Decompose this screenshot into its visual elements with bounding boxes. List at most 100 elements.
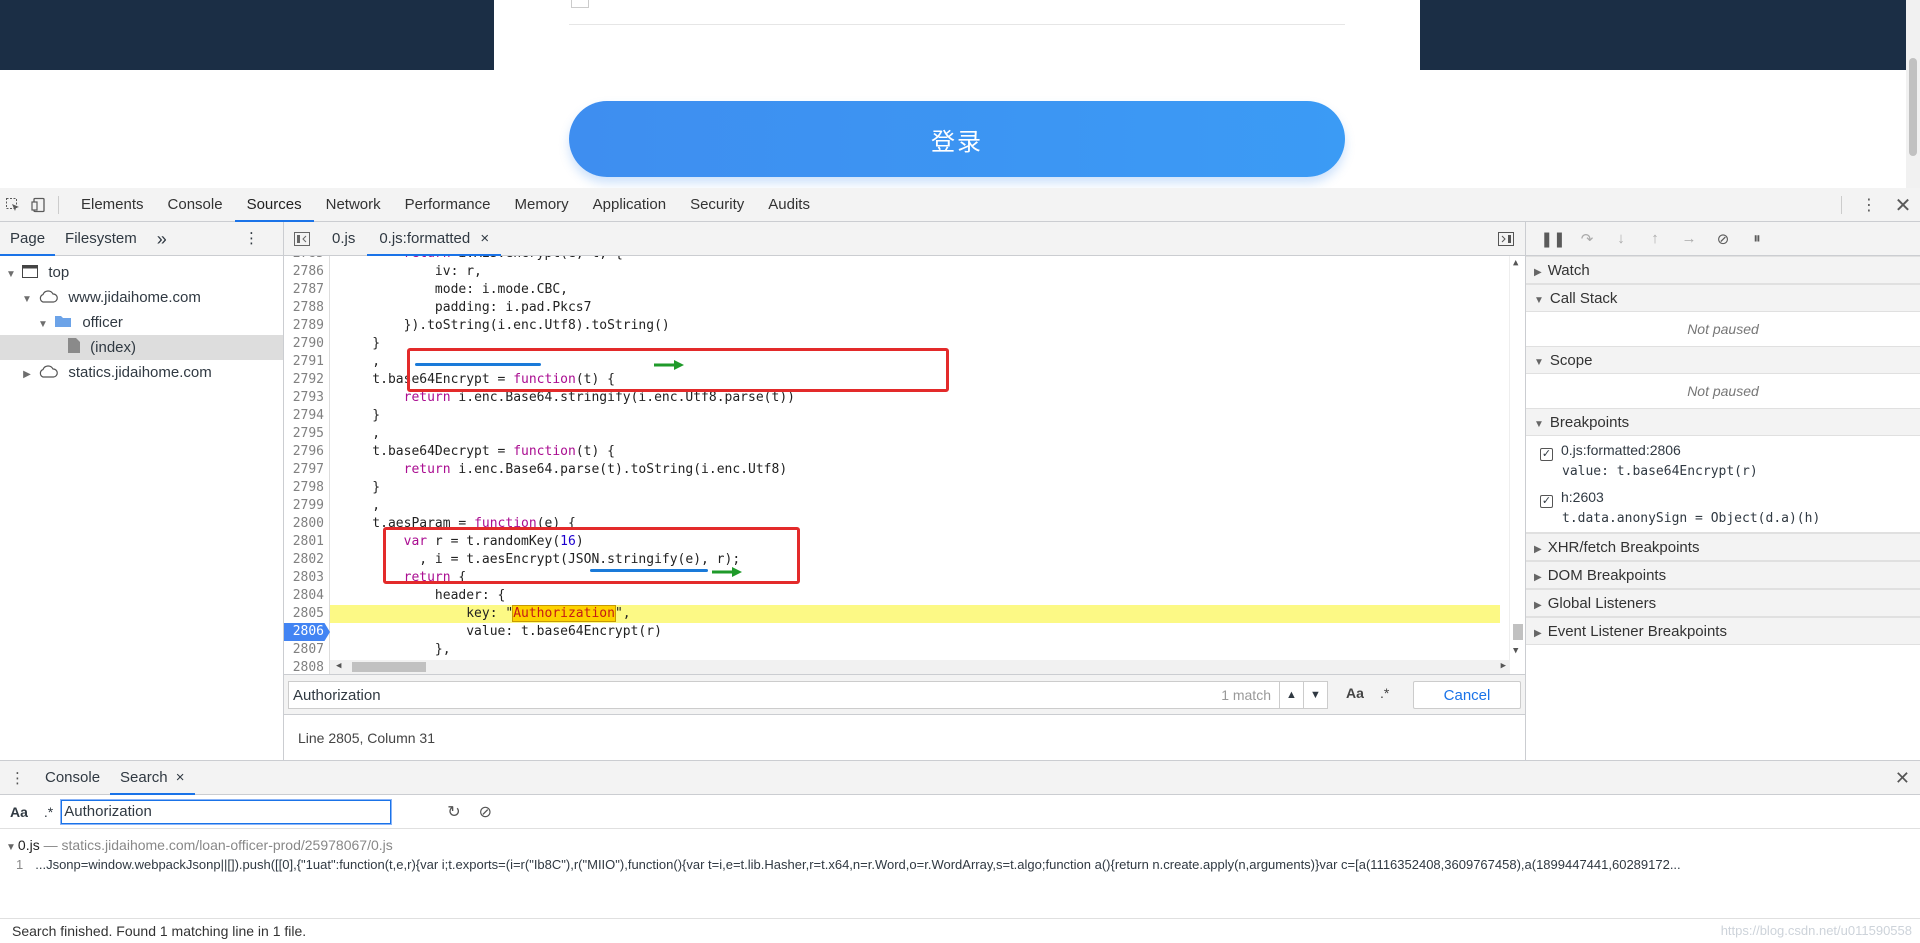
line-number[interactable]: 2786 <box>284 263 330 281</box>
tab-audits[interactable]: Audits <box>756 188 822 222</box>
close-drawer-icon[interactable]: ✕ <box>1895 761 1910 795</box>
section-watch[interactable]: ▶ Watch <box>1526 256 1920 284</box>
refresh-icon[interactable]: ↻ <box>447 802 460 822</box>
checkbox-checked-icon[interactable]: ✓ <box>1540 448 1553 461</box>
line-number[interactable]: 2801 <box>284 533 330 551</box>
breakpoint-item[interactable]: ✓ h:2603 t.data.anonySign = Object(d.a)(h… <box>1526 483 1920 533</box>
find-input[interactable]: Authorization <box>289 687 1221 704</box>
scroll-up-icon[interactable]: ▲ <box>1513 258 1518 268</box>
section-global-listeners[interactable]: ▶ Global Listeners <box>1526 589 1920 617</box>
navigator-menu-icon[interactable]: ⋮ <box>234 222 269 256</box>
line-number[interactable]: 2807 <box>284 641 330 659</box>
tab-performance[interactable]: Performance <box>393 188 503 222</box>
tab-elements[interactable]: Elements <box>69 188 156 222</box>
scroll-right-icon[interactable]: ▶ <box>1501 661 1506 671</box>
line-number[interactable]: 2799 <box>284 497 330 515</box>
section-dom-breakpoints[interactable]: ▶ DOM Breakpoints <box>1526 561 1920 589</box>
tab-memory[interactable]: Memory <box>503 188 581 222</box>
tab-security[interactable]: Security <box>678 188 756 222</box>
toggle-debugger-icon[interactable] <box>1491 222 1521 256</box>
line-gutter[interactable]: 2785278627872788278927902791279227932794… <box>284 256 330 674</box>
line-number[interactable]: 2805 <box>284 605 330 623</box>
page-scrollbar[interactable] <box>1906 0 1920 188</box>
drawer-tab-console[interactable]: Console <box>35 761 110 795</box>
find-previous-icon[interactable]: ▲ <box>1279 682 1303 708</box>
breakpoint-line-number[interactable]: 2806 <box>284 623 330 641</box>
section-call-stack[interactable]: ▼ Call Stack <box>1526 284 1920 312</box>
breakpoint-item[interactable]: ✓ 0.js:formatted:2806 value: t.base64Encr… <box>1526 436 1920 483</box>
login-button[interactable]: 登录 <box>569 101 1345 177</box>
regex-toggle[interactable]: .* <box>1380 685 1389 701</box>
tab-filesystem[interactable]: Filesystem <box>55 222 147 256</box>
pause-icon[interactable]: ❚❚ <box>1536 230 1570 248</box>
tab-console[interactable]: Console <box>156 188 235 222</box>
line-number[interactable]: 2789 <box>284 317 330 335</box>
file-tab-0js-formatted[interactable]: 0.js:formatted × <box>367 222 502 256</box>
expanded-arrow-icon[interactable]: ▼ <box>36 312 50 337</box>
remember-checkbox[interactable] <box>571 0 589 8</box>
match-case-toggle[interactable]: Aa <box>10 804 28 820</box>
code-vertical-scrollbar[interactable]: ▲ ▼ <box>1509 256 1525 674</box>
find-next-icon[interactable]: ▼ <box>1303 682 1327 708</box>
find-cancel-button[interactable]: Cancel <box>1413 681 1521 709</box>
line-number[interactable]: 2791 <box>284 353 330 371</box>
file-tab-0js[interactable]: 0.js <box>320 222 367 256</box>
pause-on-exceptions-icon[interactable]: ⏸ <box>1740 230 1774 247</box>
page-scrollbar-thumb[interactable] <box>1909 58 1917 156</box>
section-scope[interactable]: ▼ Scope <box>1526 346 1920 374</box>
line-number[interactable]: 2796 <box>284 443 330 461</box>
step-over-icon[interactable]: ↷ <box>1570 230 1604 248</box>
line-number[interactable]: 2803 <box>284 569 330 587</box>
line-number[interactable]: 2788 <box>284 299 330 317</box>
line-number[interactable]: 2793 <box>284 389 330 407</box>
line-number[interactable]: 2790 <box>284 335 330 353</box>
deactivate-breakpoints-icon[interactable]: ⊘ <box>1706 230 1740 248</box>
tab-application[interactable]: Application <box>581 188 678 222</box>
line-number[interactable]: 2798 <box>284 479 330 497</box>
tab-page[interactable]: Page <box>0 222 56 256</box>
device-toggle-icon[interactable] <box>26 188 52 222</box>
drawer-menu-icon[interactable]: ⋮ <box>0 769 35 787</box>
checkbox-checked-icon[interactable]: ✓ <box>1540 495 1553 508</box>
tab-network[interactable]: Network <box>314 188 393 222</box>
line-number[interactable]: 2800 <box>284 515 330 533</box>
line-number[interactable]: 2787 <box>284 281 330 299</box>
expanded-arrow-icon[interactable]: ▼ <box>20 287 34 312</box>
section-breakpoints[interactable]: ▼ Breakpoints <box>1526 408 1920 436</box>
search-input[interactable]: Authorization <box>61 799 392 824</box>
line-number[interactable]: 2795 <box>284 425 330 443</box>
drawer-tab-search[interactable]: Search × <box>110 761 195 795</box>
line-number[interactable]: 2802 <box>284 551 330 569</box>
regex-toggle[interactable]: .* <box>44 804 53 820</box>
step-icon[interactable]: → <box>1672 230 1706 247</box>
line-number[interactable]: 2804 <box>284 587 330 605</box>
scroll-down-icon[interactable]: ▼ <box>1513 646 1518 656</box>
tab-sources[interactable]: Sources <box>234 188 314 222</box>
code-scroll-thumb[interactable] <box>1513 624 1523 640</box>
find-input-box[interactable]: Authorization 1 match ▲ ▼ <box>288 681 1328 709</box>
scroll-left-icon[interactable]: ◀ <box>336 661 341 671</box>
tree-item-top[interactable]: ▼ top <box>0 260 283 285</box>
close-devtools-icon[interactable]: ✕ <box>1886 188 1920 222</box>
section-event-listener-breakpoints[interactable]: ▶ Event Listener Breakpoints <box>1526 617 1920 645</box>
tree-item-statics[interactable]: ▶ statics.jidaihome.com <box>0 360 283 385</box>
result-line[interactable]: 1 ...Jsonp=window.webpackJsonp||[]).push(… <box>6 857 1920 872</box>
toggle-navigator-icon[interactable] <box>284 222 320 256</box>
step-out-icon[interactable]: ↑ <box>1638 230 1672 247</box>
close-tab-icon[interactable]: × <box>480 230 489 247</box>
line-number[interactable]: 2785 <box>284 256 330 263</box>
tree-item-officer[interactable]: ▼ officer <box>0 310 283 335</box>
collapsed-arrow-icon[interactable]: ▶ <box>20 362 34 387</box>
more-tabs-icon[interactable]: » <box>147 222 177 256</box>
close-tab-icon[interactable]: × <box>176 769 185 786</box>
match-case-toggle[interactable]: Aa <box>1346 685 1364 701</box>
inspect-element-icon[interactable] <box>0 188 26 222</box>
code-hscroll-thumb[interactable] <box>352 662 426 672</box>
line-number[interactable]: 2794 <box>284 407 330 425</box>
section-xhr-breakpoints[interactable]: ▶ XHR/fetch Breakpoints <box>1526 533 1920 561</box>
line-number[interactable]: 2797 <box>284 461 330 479</box>
line-number[interactable]: 2808 <box>284 659 330 674</box>
code-view[interactable]: 2785278627872788278927902791279227932794… <box>284 256 1525 674</box>
result-file-header[interactable]: ▼ 0.js — statics.jidaihome.com/loan-offic… <box>6 837 1920 853</box>
tree-item-domain[interactable]: ▼ www.jidaihome.com <box>0 285 283 310</box>
